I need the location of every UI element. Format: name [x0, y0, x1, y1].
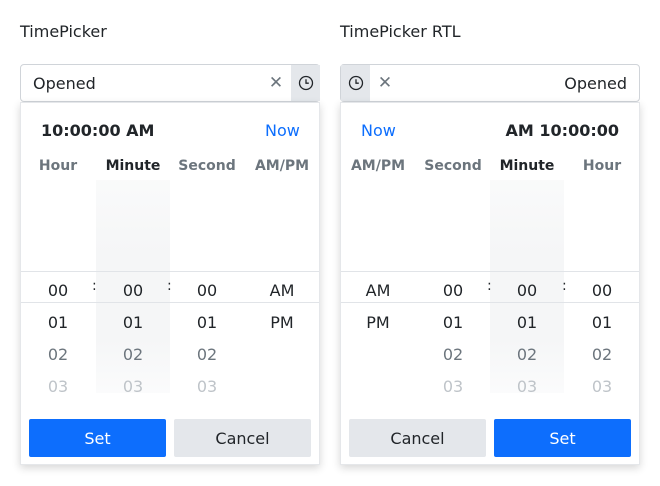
selected-time-title: AM 10:00:00	[505, 121, 619, 140]
timepicker-value[interactable]: Opened	[33, 74, 96, 93]
minute-option[interactable]: 00	[96, 281, 170, 300]
cancel-button[interactable]: Cancel	[349, 419, 486, 457]
second-option[interactable]: 03	[416, 377, 490, 396]
hour-option[interactable]: 03	[21, 377, 95, 396]
column-header-second: Second	[424, 158, 482, 174]
second-option[interactable]: 02	[416, 345, 490, 364]
ampm-option[interactable]: AM	[245, 281, 319, 300]
minute-option[interactable]: 03	[96, 377, 170, 396]
column-header-ampm: AM/PM	[254, 158, 310, 174]
timepicker-rtl-label: TimePicker RTL	[340, 22, 461, 41]
column-header-hour: Hour	[38, 158, 78, 174]
selection-top-line	[341, 271, 639, 272]
minute-option[interactable]: 00	[490, 281, 564, 300]
timepicker-popup: 10:00:00 AM Now Hour Minute Second AM/PM…	[20, 102, 320, 465]
hour-option[interactable]: 02	[21, 345, 95, 364]
hour-option[interactable]: 01	[565, 313, 639, 332]
set-button[interactable]: Set	[29, 419, 166, 457]
second-option[interactable]: 01	[416, 313, 490, 332]
minute-option[interactable]: 01	[96, 313, 170, 332]
clock-icon	[298, 75, 313, 91]
column-header-hour: Hour	[582, 158, 622, 174]
hour-option[interactable]: 02	[565, 345, 639, 364]
column-header-second: Second	[178, 158, 236, 174]
column-header-minute: Minute	[105, 158, 161, 174]
selection-bottom-line	[21, 302, 319, 303]
selection-bottom-line	[341, 302, 639, 303]
clock-icon	[348, 75, 363, 91]
minute-option[interactable]: 02	[96, 345, 170, 364]
cancel-button[interactable]: Cancel	[174, 419, 311, 457]
clear-icon[interactable]: ✕	[261, 65, 291, 101]
now-button[interactable]: Now	[265, 121, 300, 140]
timepicker-label: TimePicker	[20, 22, 107, 41]
second-option[interactable]: 03	[170, 377, 244, 396]
column-header-minute: Minute	[499, 158, 555, 174]
timepicker-rtl-input[interactable]: ✕ Opened	[340, 64, 640, 102]
hour-option[interactable]: 00	[565, 281, 639, 300]
minute-option[interactable]: 01	[490, 313, 564, 332]
timepicker-input[interactable]: Opened ✕	[20, 64, 320, 102]
second-option[interactable]: 00	[170, 281, 244, 300]
hour-option[interactable]: 01	[21, 313, 95, 332]
second-option[interactable]: 01	[170, 313, 244, 332]
minute-option[interactable]: 02	[490, 345, 564, 364]
clock-toggle-button[interactable]	[291, 65, 320, 101]
clear-icon[interactable]: ✕	[370, 65, 400, 101]
timepicker-value[interactable]: Opened	[564, 74, 627, 93]
minute-option[interactable]: 03	[490, 377, 564, 396]
hour-option[interactable]: 03	[565, 377, 639, 396]
ampm-option[interactable]: PM	[245, 313, 319, 332]
selected-time-title: 10:00:00 AM	[41, 121, 155, 140]
now-button[interactable]: Now	[361, 121, 396, 140]
second-option[interactable]: 00	[416, 281, 490, 300]
clock-toggle-button[interactable]	[341, 65, 370, 101]
timepicker-rtl-popup: Now AM 10:00:00 AM/PM Second Minute Hour…	[340, 102, 640, 465]
hour-option[interactable]: 00	[21, 281, 95, 300]
ampm-option[interactable]: PM	[341, 313, 415, 332]
column-header-ampm: AM/PM	[350, 158, 406, 174]
selection-top-line	[21, 271, 319, 272]
ampm-option[interactable]: AM	[341, 281, 415, 300]
second-option[interactable]: 02	[170, 345, 244, 364]
set-button[interactable]: Set	[494, 419, 631, 457]
